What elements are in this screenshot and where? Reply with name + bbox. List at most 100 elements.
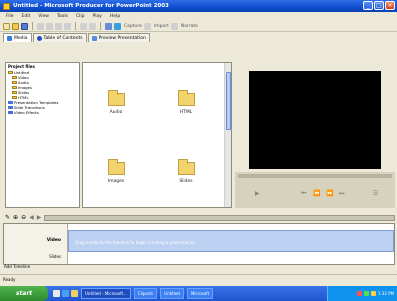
vertical-scrollbar[interactable] bbox=[224, 63, 231, 207]
menu-play[interactable]: Play bbox=[93, 14, 102, 19]
taskbar: start Untitled - Microsoft... Cliparts U… bbox=[0, 286, 397, 301]
next-icon[interactable]: ⏭ bbox=[339, 190, 344, 198]
zoom-out-icon[interactable]: ⊖ bbox=[21, 214, 26, 221]
task-button[interactable]: Untitled - Microsoft... bbox=[81, 288, 131, 299]
folder-icon bbox=[8, 71, 13, 74]
folder-label: Images bbox=[107, 179, 125, 184]
play-icon[interactable]: ▶ bbox=[255, 190, 260, 197]
toolbar-separator bbox=[32, 22, 33, 30]
window-title: Untitled - Microsoft Producer for PowerP… bbox=[13, 3, 169, 9]
tree-header: Project files bbox=[8, 64, 35, 69]
maximize-button[interactable]: □ bbox=[374, 1, 384, 10]
tab-toc-label: Table of Contents bbox=[43, 35, 83, 41]
open-folder-icon[interactable] bbox=[12, 22, 19, 30]
tray-icon[interactable] bbox=[370, 291, 376, 296]
timeline-toolbar: ✎ ⊕ ⊖ ◀ ▶ bbox=[3, 213, 395, 222]
timeline-panel: Video Slides Drag media to the timeline … bbox=[3, 223, 395, 265]
undo-icon[interactable] bbox=[80, 22, 87, 30]
track-video-label: Video bbox=[46, 238, 61, 243]
ie-icon[interactable] bbox=[62, 290, 69, 297]
view-tabs: Media Table of Contents Preview Presenta… bbox=[3, 33, 150, 42]
menu-file[interactable]: File bbox=[6, 14, 14, 19]
folder-icon bbox=[107, 159, 125, 175]
desktop-icon[interactable] bbox=[53, 290, 60, 297]
narrate-label[interactable]: Narrate bbox=[181, 24, 198, 29]
timeline-ruler[interactable] bbox=[44, 214, 395, 221]
menu-help[interactable]: Help bbox=[110, 14, 120, 19]
toolbar-separator bbox=[75, 22, 76, 30]
track-labels: Video Slides bbox=[4, 224, 68, 264]
capture-icon[interactable] bbox=[114, 22, 121, 30]
tree-item-video-effects[interactable]: Video Effects bbox=[6, 110, 79, 115]
quick-launch bbox=[53, 290, 78, 297]
import-label[interactable]: Import bbox=[154, 24, 169, 29]
toolbar-separator bbox=[100, 22, 101, 30]
previous-icon[interactable]: ⏮ bbox=[301, 190, 306, 198]
folder-icon bbox=[12, 81, 17, 84]
add-timeline-button[interactable]: Add Timeline bbox=[4, 264, 30, 269]
preview-monitor bbox=[249, 71, 381, 169]
save-icon[interactable] bbox=[21, 22, 28, 30]
folder-tile-audio[interactable]: Audio bbox=[98, 90, 134, 115]
play-timeline-icon[interactable]: ▶ bbox=[37, 214, 42, 221]
tab-media[interactable]: Media bbox=[3, 33, 32, 42]
cut-icon[interactable] bbox=[37, 22, 44, 30]
status-bar: Ready bbox=[0, 274, 397, 285]
system-tray: 1:32 PM bbox=[327, 286, 397, 301]
menu-clip[interactable]: Clip bbox=[76, 14, 85, 19]
tray-icon[interactable] bbox=[363, 291, 369, 296]
folder-tile-html[interactable]: HTML bbox=[168, 90, 204, 115]
folder-icon bbox=[12, 76, 17, 79]
effects-icon bbox=[8, 111, 13, 114]
folder-tile-images[interactable]: Images bbox=[98, 159, 134, 184]
redo-icon[interactable] bbox=[89, 22, 96, 30]
scroll-thumb[interactable] bbox=[226, 72, 231, 130]
title-bar: Untitled - Microsoft Producer for PowerP… bbox=[0, 0, 397, 12]
tab-media-label: Media bbox=[14, 35, 28, 41]
rewind-timeline-icon[interactable]: ◀ bbox=[29, 214, 34, 221]
toolbar: Capture Import Narrate bbox=[0, 21, 397, 32]
folder-icon bbox=[107, 90, 125, 106]
task-button[interactable]: Microsoft bbox=[186, 288, 214, 299]
seek-bar[interactable] bbox=[238, 174, 392, 178]
task-button[interactable]: Untitled bbox=[160, 288, 184, 299]
start-button[interactable]: start bbox=[0, 286, 48, 301]
tree-item-label: Video Effects bbox=[14, 110, 39, 115]
view-icon[interactable] bbox=[105, 22, 112, 30]
explorer-icon[interactable] bbox=[71, 290, 78, 297]
video-track[interactable]: Drag media to the timeline to begin crea… bbox=[68, 230, 394, 252]
clock[interactable]: 1:32 PM bbox=[378, 291, 394, 296]
folder-tile-slides[interactable]: Slides bbox=[168, 159, 204, 184]
transitions-icon bbox=[8, 106, 13, 109]
preview-icon bbox=[91, 35, 97, 41]
tab-preview-label: Preview Presentation bbox=[98, 35, 146, 41]
delete-icon[interactable] bbox=[64, 22, 71, 30]
edit-icon[interactable]: ✎ bbox=[5, 214, 10, 221]
new-project-icon[interactable] bbox=[3, 22, 10, 30]
zoom-in-icon[interactable]: ⊕ bbox=[13, 214, 18, 221]
copy-icon[interactable] bbox=[46, 22, 53, 30]
folder-icon bbox=[12, 96, 17, 99]
minimize-button[interactable]: _ bbox=[363, 1, 373, 10]
menu-edit[interactable]: Edit bbox=[22, 14, 31, 19]
tray-icon[interactable] bbox=[356, 291, 362, 296]
task-button[interactable]: Cliparts bbox=[133, 288, 158, 299]
import-icon[interactable] bbox=[143, 22, 151, 30]
rewind-icon[interactable]: ⏪ bbox=[313, 190, 320, 197]
folder-label: Audio bbox=[109, 110, 123, 115]
menu-view[interactable]: View bbox=[38, 14, 49, 19]
fast-forward-icon[interactable]: ⏩ bbox=[326, 190, 333, 197]
folder-label: HTML bbox=[179, 110, 193, 115]
folder-icon bbox=[12, 86, 17, 89]
track-slides-label: Slides bbox=[49, 254, 61, 259]
capture-label[interactable]: Capture bbox=[124, 24, 142, 29]
narrate-icon[interactable] bbox=[170, 22, 178, 30]
tab-preview-presentation[interactable]: Preview Presentation bbox=[87, 33, 150, 42]
fullscreen-icon[interactable]: ☰ bbox=[373, 190, 378, 197]
close-button[interactable]: × bbox=[385, 1, 395, 10]
templates-icon bbox=[8, 101, 13, 104]
tab-table-of-contents[interactable]: Table of Contents bbox=[32, 33, 87, 42]
paste-icon[interactable] bbox=[55, 22, 62, 30]
media-icon bbox=[7, 35, 12, 41]
menu-tools[interactable]: Tools bbox=[57, 14, 68, 19]
